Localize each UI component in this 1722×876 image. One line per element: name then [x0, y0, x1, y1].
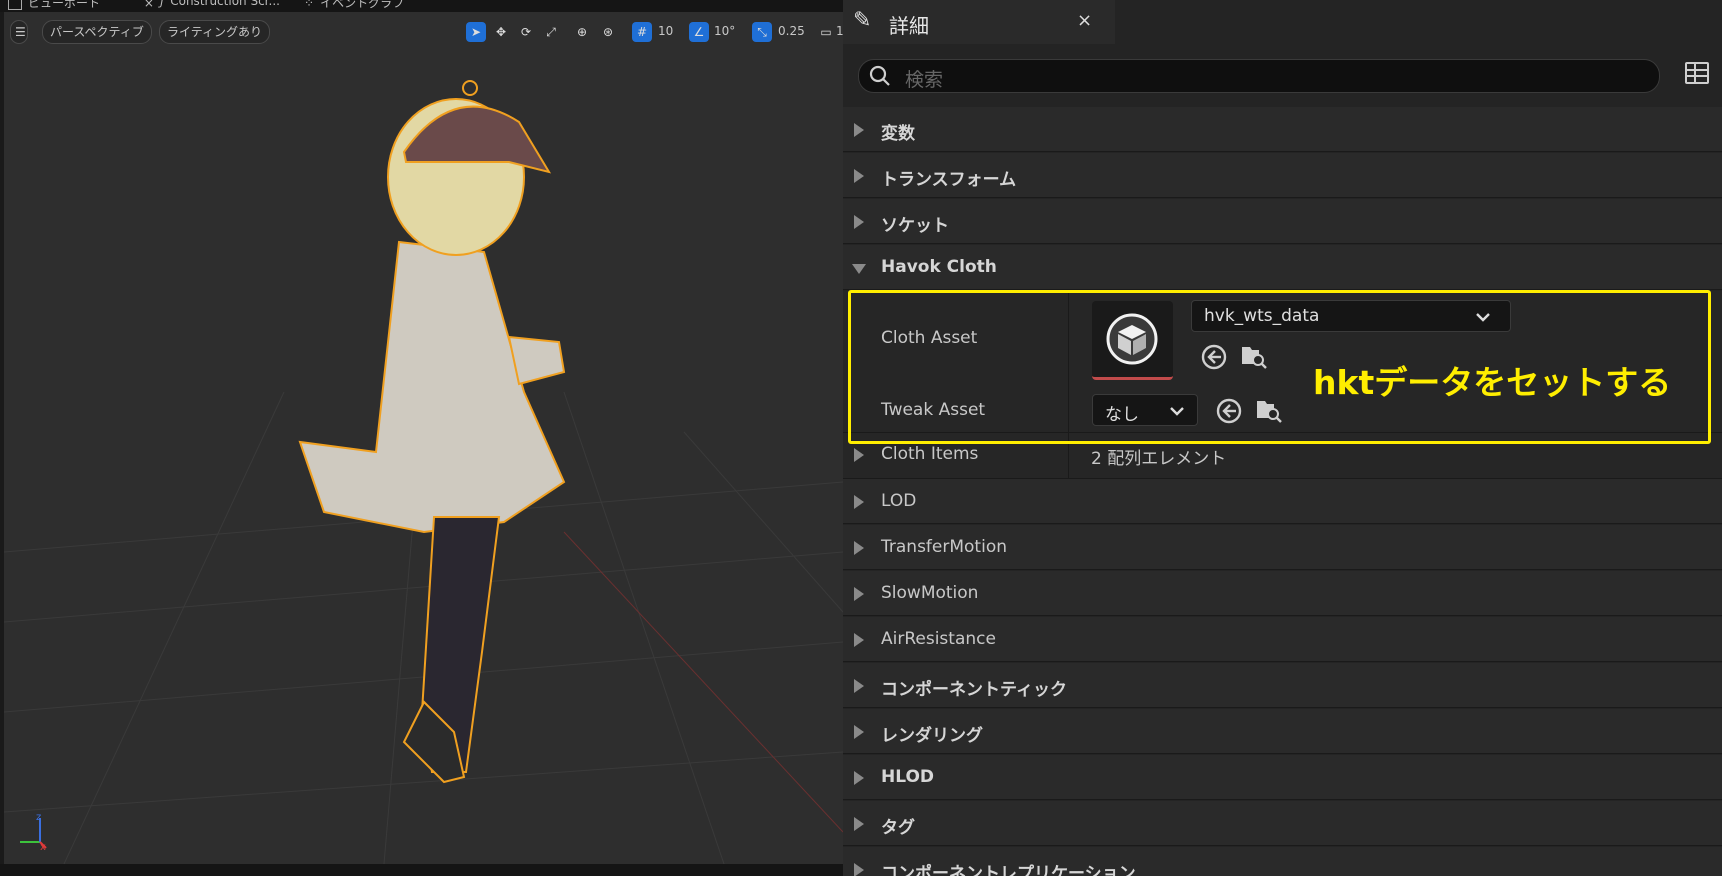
section-transfer-motion[interactable]: TransferMotion — [843, 525, 1722, 570]
axis-z-label: z — [36, 812, 42, 823]
axis-x-label: x — [40, 842, 46, 853]
camera-speed-icon[interactable]: ▭ — [816, 22, 836, 42]
camera-speed-value[interactable]: 1 — [836, 24, 843, 38]
cloth-items-label: Cloth Items — [881, 444, 979, 464]
tab-construction-script[interactable]: ƒ Construction Scr... — [160, 0, 280, 12]
tab-viewport-label: ビューポート — [28, 0, 101, 10]
section-variables[interactable]: 変数 — [843, 107, 1722, 152]
section-label: レンダリング — [881, 726, 983, 746]
expand-arrow-icon — [854, 633, 864, 647]
section-lod[interactable]: LOD — [843, 479, 1722, 524]
close-icon[interactable]: × — [1077, 10, 1092, 31]
expand-arrow-icon — [854, 679, 864, 693]
tab-event-graph-label: イベントグラフ — [320, 0, 405, 10]
section-label: 変数 — [881, 124, 915, 144]
section-label: SlowMotion — [881, 583, 979, 603]
section-label: コンポーネントレプリケーション — [881, 864, 1136, 876]
details-title: 詳細 — [889, 14, 929, 38]
expand-arrow-icon — [854, 448, 864, 462]
annotation-text: hktデータをセットする — [1313, 363, 1672, 402]
search-icon — [869, 65, 890, 86]
rotation-snap-value[interactable]: 10° — [714, 24, 735, 38]
section-label: タグ — [881, 818, 915, 838]
section-component-replication[interactable]: コンポーネントレプリケーション — [843, 847, 1722, 876]
character-mesh[interactable] — [298, 80, 566, 784]
section-label: トランスフォーム — [881, 170, 1017, 190]
scale-snap-value[interactable]: 0.25 — [778, 24, 805, 38]
details-search[interactable]: 検索 — [858, 59, 1660, 93]
viewport-menu-button[interactable]: ☰ — [10, 20, 28, 44]
bottom-tab-strip — [0, 864, 843, 876]
select-mode-icon[interactable]: ➤ — [466, 22, 486, 42]
section-label: LOD — [881, 491, 917, 511]
level-viewport[interactable]: ☰ パースペクティブ ライティングあり ➤ ✥ ⟳ ⤢ ⊕ ⊛ # 10 ∠ 1… — [4, 12, 843, 864]
grid-snap-value[interactable]: 10 — [658, 24, 673, 38]
section-label: HLOD — [881, 767, 935, 787]
section-slow-motion[interactable]: SlowMotion — [843, 571, 1722, 616]
section-label: AirResistance — [881, 629, 996, 649]
pencil-icon: ✎ — [853, 8, 872, 33]
rotate-icon[interactable]: ⟳ — [516, 22, 536, 42]
expand-arrow-icon — [854, 541, 864, 555]
tab-event-graph[interactable]: ⁘ イベントグラフ — [304, 0, 404, 12]
section-rendering[interactable]: レンダリング — [843, 709, 1722, 754]
collapse-arrow-icon — [852, 264, 866, 274]
lighting-button[interactable]: ライティングあり — [159, 20, 271, 44]
rotation-snap-icon[interactable]: ∠ — [689, 22, 709, 42]
expand-arrow-icon — [854, 725, 864, 739]
expand-arrow-icon — [854, 771, 864, 785]
scale-icon[interactable]: ⤢ — [541, 22, 561, 42]
function-icon: ƒ — [160, 0, 165, 8]
section-socket[interactable]: ソケット — [843, 199, 1722, 244]
section-hlod[interactable]: HLOD — [843, 755, 1722, 800]
graph-icon: ⁘ — [304, 0, 315, 10]
expand-arrow-icon — [854, 495, 864, 509]
section-component-tick[interactable]: コンポーネントティック — [843, 663, 1722, 708]
close-icon[interactable]: × — [144, 0, 154, 10]
section-label: TransferMotion — [881, 537, 1007, 557]
section-tags[interactable]: タグ — [843, 801, 1722, 846]
hamburger-icon: ☰ — [15, 25, 26, 39]
viewport-tab-bar: ビューポート × ƒ Construction Scr... ⁘ イベントグラフ — [0, 0, 843, 12]
expand-arrow-icon — [854, 863, 864, 876]
section-label: Havok Cloth — [881, 257, 997, 277]
cloth-items-value: 2 配列エレメント — [1091, 449, 1227, 469]
translate-icon[interactable]: ✥ — [491, 22, 511, 42]
surface-snap-icon[interactable]: ⊕ — [572, 22, 592, 42]
search-input[interactable]: 検索 — [905, 65, 943, 92]
expand-arrow-icon — [854, 817, 864, 831]
tab-viewport[interactable]: ビューポート × — [8, 0, 154, 12]
tab-construction-script-label: Construction Scr... — [170, 0, 280, 8]
scale-snap-icon[interactable]: ⤡ — [752, 22, 772, 42]
property-matrix-icon[interactable] — [1685, 62, 1709, 84]
details-tab[interactable]: ✎ 詳細 × — [843, 0, 1115, 44]
details-panel: ✎ 詳細 × 検索 変数 トランスフォーム ソケット Havok Cloth C… — [843, 0, 1722, 876]
grid-snap-icon[interactable]: # — [632, 22, 652, 42]
section-havok-cloth[interactable]: Havok Cloth — [843, 245, 1722, 290]
viewport-tab-icon — [8, 0, 22, 10]
section-transform[interactable]: トランスフォーム — [843, 153, 1722, 198]
viewport-scene — [4, 80, 843, 864]
section-label: ソケット — [881, 216, 949, 236]
x-axis-line — [563, 531, 843, 833]
world-local-icon[interactable]: ⊛ — [598, 22, 618, 42]
section-label: コンポーネントティック — [881, 680, 1067, 700]
expand-arrow-icon — [854, 587, 864, 601]
expand-arrow-icon — [854, 169, 864, 183]
perspective-button[interactable]: パースペクティブ — [42, 20, 152, 44]
expand-arrow-icon — [854, 215, 864, 229]
section-air-resistance[interactable]: AirResistance — [843, 617, 1722, 662]
expand-arrow-icon — [854, 123, 864, 137]
